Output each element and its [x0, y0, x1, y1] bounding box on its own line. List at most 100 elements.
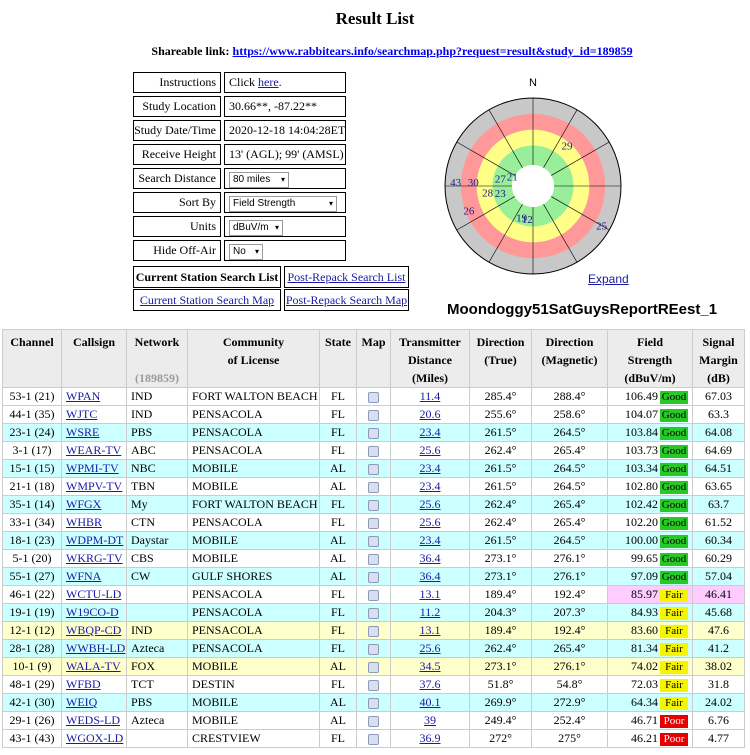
map-icon[interactable] [368, 661, 379, 673]
map-icon[interactable] [368, 463, 379, 475]
callsign-link[interactable]: WKRG-TV [66, 551, 123, 565]
map-icon[interactable] [368, 697, 379, 709]
map-icon[interactable] [368, 427, 379, 439]
radar-station-marker[interactable]: 28 [482, 187, 494, 199]
col-network[interactable]: Network (189859) [126, 329, 188, 388]
map-icon[interactable] [368, 445, 379, 457]
callsign-link[interactable]: WALA-TV [66, 659, 121, 673]
distance-link[interactable]: 40.1 [420, 695, 441, 709]
current-station-search-list-button[interactable]: Current Station Search List [133, 266, 281, 288]
units-select[interactable]: dBuV/m ▾ [229, 220, 283, 236]
distance-link[interactable]: 23.4 [420, 425, 441, 439]
channel-cell: 55-1 (27) [2, 567, 62, 586]
map-icon[interactable] [368, 553, 379, 565]
distance-link[interactable]: 25.6 [420, 515, 441, 529]
radar-station-marker[interactable]: 25 [596, 221, 608, 233]
network-count: (189859) [135, 371, 179, 385]
col-direction-true[interactable]: Direction (True) [469, 329, 532, 388]
callsign-link[interactable]: WFGX [66, 497, 101, 511]
map-icon[interactable] [368, 481, 379, 493]
search-distance-select[interactable]: 80 miles ▾ [229, 172, 289, 188]
map-icon[interactable] [368, 733, 379, 745]
radar-station-marker[interactable]: 23 [495, 188, 507, 200]
distance-link[interactable]: 36.9 [420, 731, 441, 745]
callsign-link[interactable]: WSRE [66, 425, 99, 439]
col-field-strength[interactable]: Field Strength (dBuV/m) [607, 329, 693, 388]
callsign-link[interactable]: WDPM-DT [66, 533, 123, 547]
rating-badge: Fair [660, 589, 688, 602]
callsign-link[interactable]: WWBH-LD [66, 641, 125, 655]
distance-link[interactable]: 34.5 [420, 659, 441, 673]
current-station-search-map-link[interactable]: Current Station Search Map [140, 293, 274, 307]
callsign-link[interactable]: WFNA [66, 569, 101, 583]
map-icon[interactable] [368, 391, 379, 403]
radar-station-marker[interactable]: 29 [561, 141, 573, 153]
callsign-link[interactable]: WGOX-LD [66, 731, 123, 745]
callsign-link[interactable]: WEDS-LD [66, 713, 120, 727]
distance-link[interactable]: 13.1 [420, 623, 441, 637]
direction-magnetic-cell: 265.4° [531, 495, 608, 514]
col-state[interactable]: State [319, 329, 357, 388]
distance-link[interactable]: 11.2 [420, 605, 441, 619]
callsign-link[interactable]: WPMI-TV [66, 461, 119, 475]
distance-link[interactable]: 23.4 [420, 461, 441, 475]
col-signal-margin[interactable]: Signal Margin (dB) [692, 329, 745, 388]
radar-station-marker[interactable]: 26 [463, 206, 475, 218]
map-icon[interactable] [368, 409, 379, 421]
instructions-link[interactable]: here [258, 75, 279, 89]
callsign-link[interactable]: WEAR-TV [66, 443, 121, 457]
map-icon[interactable] [368, 679, 379, 691]
distance-link[interactable]: 23.4 [420, 479, 441, 493]
share-link[interactable]: https://www.rabbitears.info/searchmap.ph… [233, 44, 633, 58]
post-repack-search-list-link[interactable]: Post-Repack Search List [288, 270, 406, 284]
post-repack-search-map-button[interactable]: Post-Repack Search Map [284, 289, 409, 311]
signal-radar-plot[interactable]: N 292512192643 3028 2327 21 [433, 76, 633, 276]
distance-link[interactable]: 36.4 [420, 551, 441, 565]
distance-link[interactable]: 25.6 [420, 641, 441, 655]
radar-station-marker[interactable]: 30 [468, 177, 480, 189]
distance-link[interactable]: 11.4 [420, 389, 441, 403]
distance-link[interactable]: 20.6 [420, 407, 441, 421]
post-repack-search-list-button[interactable]: Post-Repack Search List [284, 266, 409, 288]
radar-station-marker[interactable]: 19 [516, 212, 528, 224]
distance-link[interactable]: 36.4 [420, 569, 441, 583]
distance-link[interactable]: 25.6 [420, 497, 441, 511]
col-direction-magnetic[interactable]: Direction (Magnetic) [531, 329, 608, 388]
map-icon[interactable] [368, 571, 379, 583]
map-icon[interactable] [368, 535, 379, 547]
callsign-link[interactable]: WMPV-TV [66, 479, 122, 493]
distance-link[interactable]: 25.6 [420, 443, 441, 457]
callsign-link[interactable]: WEIQ [66, 695, 97, 709]
sort-by-select[interactable]: Field Strength ▾ [229, 196, 337, 212]
current-station-search-map-button[interactable]: Current Station Search Map [133, 289, 281, 311]
map-icon[interactable] [368, 715, 379, 727]
col-callsign[interactable]: Callsign [61, 329, 127, 388]
radar-station-marker[interactable]: 27 [495, 173, 507, 185]
distance-link[interactable]: 37.6 [420, 677, 441, 691]
radar-station-marker[interactable]: 21 [507, 171, 518, 183]
col-distance[interactable]: Transmitter Distance (Miles) [390, 329, 470, 388]
map-icon[interactable] [368, 517, 379, 529]
post-repack-search-map-link[interactable]: Post-Repack Search Map [286, 293, 407, 307]
distance-link[interactable]: 39 [424, 713, 436, 727]
table-row: 12-1 (12) WBQP-CD IND PENSACOLA FL 13.1 189.4°… [2, 621, 745, 640]
col-channel[interactable]: Channel [2, 329, 62, 388]
callsign-link[interactable]: WBQP-CD [66, 623, 121, 637]
callsign-link[interactable]: WFBD [66, 677, 101, 691]
callsign-link[interactable]: WCTU-LD [66, 587, 121, 601]
callsign-link[interactable]: W19CO-D [66, 605, 119, 619]
hide-off-air-select[interactable]: No ▾ [229, 244, 263, 260]
callsign-link[interactable]: WPAN [66, 389, 100, 403]
callsign-link[interactable]: WJTC [66, 407, 97, 421]
distance-link[interactable]: 23.4 [420, 533, 441, 547]
map-icon[interactable] [368, 589, 379, 601]
col-community[interactable]: Community of License [187, 329, 320, 388]
expand-radar-link[interactable]: Expand [588, 272, 629, 286]
distance-link[interactable]: 13.1 [420, 587, 441, 601]
map-icon[interactable] [368, 643, 379, 655]
map-icon[interactable] [368, 607, 379, 619]
map-icon[interactable] [368, 625, 379, 637]
map-icon[interactable] [368, 499, 379, 511]
callsign-link[interactable]: WHBR [66, 515, 102, 529]
radar-station-marker[interactable]: 43 [450, 177, 462, 189]
